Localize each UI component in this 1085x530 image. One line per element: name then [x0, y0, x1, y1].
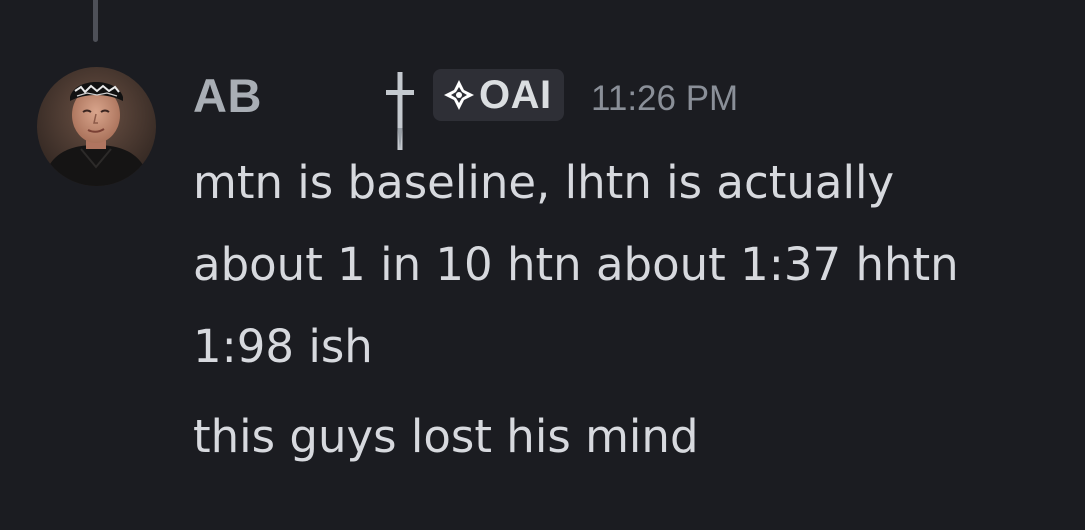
diamond-sparkle-icon [444, 80, 474, 110]
server-tag[interactable]: OAI [433, 69, 564, 121]
latin-cross-icon [386, 72, 414, 150]
server-tag-label: OAI [479, 73, 552, 117]
message-line: mtn is baseline, lhtn is actually [193, 156, 895, 209]
chat-message: AB OAI 11:26 PM mtn is baseline, lhtn is… [0, 0, 1085, 530]
avatar[interactable] [37, 67, 156, 186]
message-line: 1:98 ish [193, 320, 373, 373]
message-line: this guys lost his mind [193, 410, 699, 463]
message-line: about 1 in 10 htn about 1:37 hhtn [193, 238, 959, 291]
username[interactable]: AB [193, 66, 262, 126]
timestamp[interactable]: 11:26 PM [591, 75, 738, 123]
